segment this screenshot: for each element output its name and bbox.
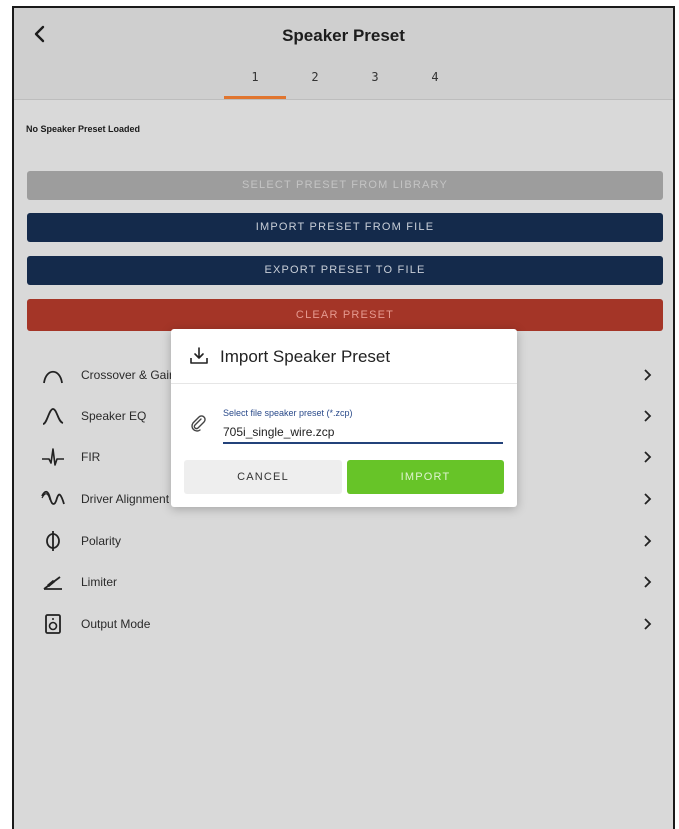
tab-2[interactable]: 2: [285, 70, 345, 84]
import-button[interactable]: IMPORT: [347, 460, 504, 494]
chevron-right-icon: [641, 492, 653, 506]
clear-preset-button[interactable]: CLEAR PRESET: [27, 299, 663, 331]
menu-item-label: Limiter: [81, 575, 118, 589]
chevron-right-icon: [641, 575, 653, 589]
tab-bar: 1 2 3 4: [14, 66, 673, 100]
dialog-title: Import Speaker Preset: [220, 347, 391, 366]
menu-item-label: FIR: [81, 450, 101, 464]
active-tab-indicator: [224, 96, 286, 99]
crossover-icon: [40, 364, 66, 386]
menu-item-label: Crossover & Gain: [81, 368, 176, 382]
menu-item-polarity[interactable]: Polarity: [14, 522, 673, 562]
output-mode-icon: [40, 613, 66, 635]
preset-status-text: No Speaker Preset Loaded: [26, 124, 141, 134]
chevron-right-icon: [641, 534, 653, 548]
menu-item-label: Polarity: [81, 534, 122, 548]
chevron-right-icon: [641, 409, 653, 423]
eq-curve-icon: [40, 405, 66, 427]
driver-alignment-icon: [40, 488, 66, 510]
menu-item-limiter[interactable]: Limiter: [14, 563, 673, 603]
page-title: Speaker Preset: [282, 26, 405, 45]
cancel-button[interactable]: CANCEL: [184, 460, 342, 494]
chevron-right-icon: [641, 617, 653, 631]
import-preset-dialog: Import Speaker Preset Select file speake…: [171, 329, 517, 507]
import-preset-from-file-button[interactable]: IMPORT PRESET FROM FILE: [27, 213, 663, 242]
export-preset-to-file-button[interactable]: EXPORT PRESET TO FILE: [27, 256, 663, 285]
download-icon: [189, 346, 209, 366]
tab-1[interactable]: 1: [225, 70, 285, 84]
file-field-label: Select file speaker preset (*.zcp): [223, 408, 353, 418]
paperclip-icon: [189, 414, 207, 432]
header: Speaker Preset 1 2 3 4: [14, 8, 673, 100]
tab-4[interactable]: 4: [405, 70, 465, 84]
chevron-right-icon: [641, 368, 653, 382]
menu-item-output-mode[interactable]: Output Mode: [14, 605, 673, 645]
chevron-right-icon: [641, 450, 653, 464]
preset-file-field[interactable]: [223, 422, 503, 444]
menu-item-label: Output Mode: [81, 617, 151, 631]
select-preset-from-library-button[interactable]: SELECT PRESET FROM LIBRARY: [27, 171, 663, 200]
limiter-icon: [40, 571, 66, 593]
menu-item-label: Speaker EQ: [81, 409, 147, 423]
dialog-header: Import Speaker Preset: [171, 329, 517, 384]
tab-3[interactable]: 3: [345, 70, 405, 84]
polarity-icon: [40, 530, 66, 552]
menu-item-label: Driver Alignment: [81, 492, 170, 506]
fir-icon: [40, 446, 66, 468]
